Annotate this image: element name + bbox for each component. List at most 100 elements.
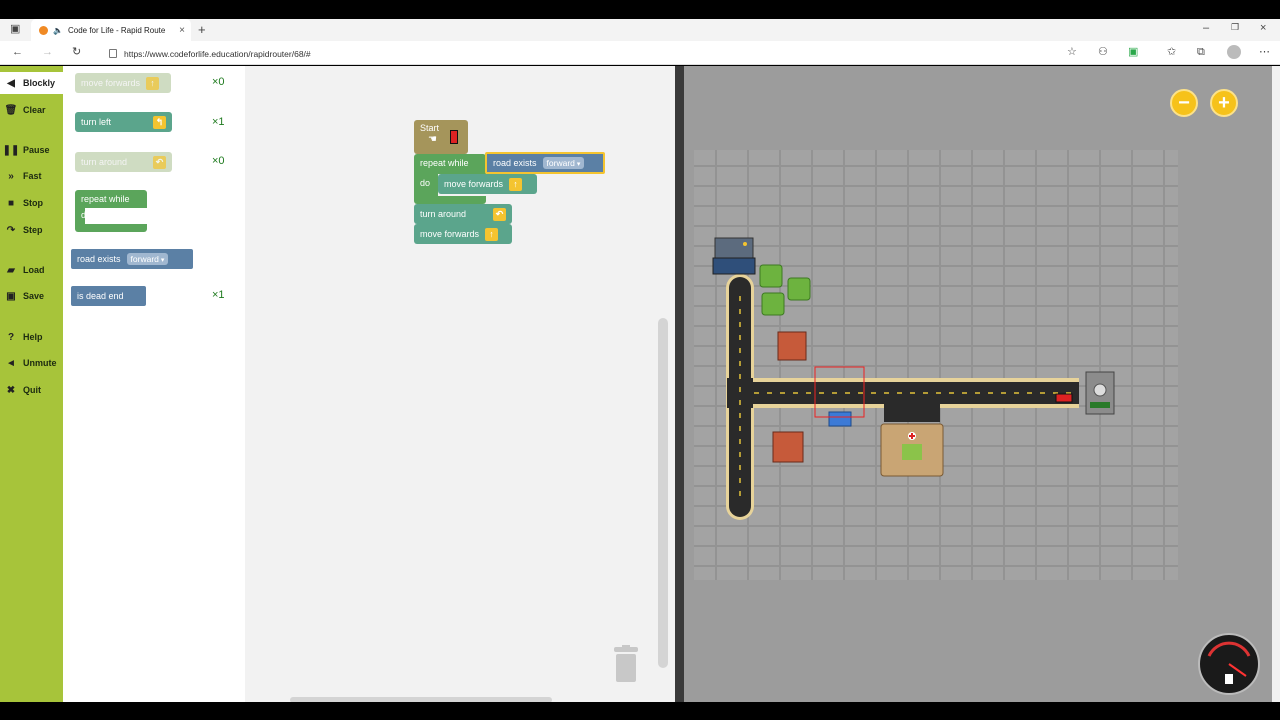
road-exists-condition-block[interactable]: road exists forward <box>485 152 605 174</box>
is-dead-end-count: ×1 <box>212 289 225 301</box>
toolbox-road-exists-block[interactable]: road exists forward <box>71 249 193 269</box>
back-arrow-icon[interactable]: ← <box>12 47 23 58</box>
start-label: Start <box>420 123 440 133</box>
arrow-up-icon: ↑ <box>146 76 160 90</box>
lock-icon <box>109 49 117 58</box>
block-label: move forwards <box>420 229 480 239</box>
favicon-icon <box>39 25 48 35</box>
direction-dropdown[interactable]: forward <box>542 157 585 169</box>
u-turn-icon: ↶ <box>153 155 166 169</box>
repeat-while-label: repeat while <box>420 158 469 168</box>
direction-dropdown[interactable]: forward <box>126 253 169 265</box>
tab-actions-icon[interactable]: ▣ <box>10 24 20 35</box>
nav-pause-label: Pause <box>23 145 50 155</box>
move-forwards-inner-block[interactable]: move forwards ↑ <box>438 174 537 194</box>
car-icon <box>828 411 852 427</box>
favorite-add-icon[interactable]: ☆ <box>1067 47 1077 58</box>
nav-fast-label: Fast <box>23 171 42 181</box>
arrow-left-icon: ↰ <box>153 115 166 129</box>
speaker-icon: ◄ <box>6 357 16 369</box>
turn-left-count: ×1 <box>212 116 225 128</box>
speaker-icon[interactable]: 🔈 <box>53 26 63 35</box>
nav-blockly-label: Blockly <box>23 78 56 88</box>
page-vertical-scrollbar[interactable] <box>1272 66 1280 702</box>
arrow-up-icon: ↑ <box>485 227 499 241</box>
nav-clear[interactable]: 🗑 Clear <box>0 99 63 121</box>
toolbox-turn-around-block[interactable]: turn around ↶ <box>75 152 172 172</box>
block-toolbox: move forwards ↑ ×0 turn left ↰ ×1 turn a… <box>63 66 245 702</box>
collections-icon[interactable]: ⧉ <box>1197 47 1205 58</box>
workspace-vertical-scrollbar[interactable] <box>658 318 668 668</box>
arrow-up-icon: ↑ <box>509 177 523 191</box>
nav-save[interactable]: ▣ Save <box>0 285 63 307</box>
start-block[interactable]: Start ☚ <box>414 120 468 154</box>
new-tab-button[interactable]: + <box>198 23 206 36</box>
turn-around-block[interactable]: turn around ↶ <box>414 204 512 224</box>
map-canvas <box>684 66 1272 702</box>
nav-load[interactable]: ▰ Load <box>0 259 63 281</box>
nav-stop[interactable]: ■ Stop <box>0 192 63 214</box>
pause-icon: ❚❚ <box>2 144 20 156</box>
toolbox-move-forwards-block[interactable]: move forwards ↑ <box>75 73 171 93</box>
nav-fast[interactable]: » Fast <box>0 165 63 187</box>
toolbox-repeat-while-block[interactable]: repeat while do <box>75 190 147 232</box>
nav-step-label: Step <box>23 225 43 235</box>
refresh-icon[interactable]: ↻ <box>72 47 81 58</box>
blockly-icon: ◀ <box>7 77 15 89</box>
fast-forward-icon: » <box>8 170 14 182</box>
block-label: road exists <box>493 158 537 168</box>
minimize-button[interactable]: – <box>1203 23 1209 34</box>
zoom-in-button[interactable]: + <box>1210 89 1238 117</box>
toolbox-is-dead-end-block[interactable]: is dead end <box>71 286 146 306</box>
van-icon <box>450 130 458 144</box>
u-turn-icon: ↶ <box>493 207 506 221</box>
block-label: turn left <box>81 117 112 127</box>
program-workspace[interactable]: Start ☚ repeat while do road exists forw… <box>245 66 675 702</box>
nav-step[interactable]: ↷ Step <box>0 219 63 241</box>
nav-quit[interactable]: ✖ Quit <box>0 379 63 401</box>
url-text: https://www.codeforlife.education/rapidr… <box>124 48 311 59</box>
block-label: turn around <box>420 209 467 219</box>
browser-tab[interactable]: 🔈 Code for Life - Rapid Route × <box>31 19 191 41</box>
do-label: do <box>420 178 431 188</box>
nav-unmute[interactable]: ◄ Unmute <box>0 352 63 374</box>
nav-help[interactable]: ? Help <box>0 326 63 348</box>
toolbox-turn-left-block[interactable]: turn left ↰ <box>75 112 172 132</box>
trash-can-icon[interactable] <box>612 645 640 683</box>
block-label: move forwards <box>444 179 504 189</box>
nav-stop-label: Stop <box>23 198 43 208</box>
close-icon: ✖ <box>6 384 16 396</box>
zoom-out-button[interactable]: − <box>1170 89 1198 117</box>
block-label: road exists <box>77 254 121 264</box>
tab-close-icon[interactable]: × <box>179 25 185 36</box>
folder-icon: ▰ <box>7 264 15 276</box>
move-forwards-block[interactable]: move forwards ↑ <box>414 224 512 244</box>
profile-avatar[interactable] <box>1227 45 1241 59</box>
screen: ▣ 🔈 Code for Life - Rapid Route × + – ❐ … <box>0 0 1280 720</box>
nav-blockly[interactable]: ◀ Blockly <box>0 72 63 94</box>
nav-pause[interactable]: ❚❚ Pause <box>0 139 63 161</box>
panel-divider[interactable] <box>675 66 684 702</box>
read-aloud-icon[interactable]: ⚇ <box>1098 47 1108 58</box>
nav-load-label: Load <box>23 265 45 275</box>
left-nav: ◀ Blockly 🗑 Clear ❚❚ Pause » Fast ■ Stop… <box>0 66 63 702</box>
maximize-button[interactable]: ❐ <box>1231 23 1239 32</box>
address-bar: ← → ↻ https://www.codeforlife.education/… <box>0 41 1280 65</box>
van-icon <box>1055 393 1073 403</box>
start-house-icon <box>712 237 756 275</box>
window-close-button[interactable]: × <box>1260 23 1266 34</box>
trash-icon: 🗑 <box>4 104 18 116</box>
more-menu-icon[interactable]: ⋯ <box>1259 47 1270 58</box>
tab-title: Code for Life - Rapid Route <box>67 25 166 35</box>
extension-icon[interactable]: ▣ <box>1128 47 1138 58</box>
browser-tab-bar: ▣ 🔈 Code for Life - Rapid Route × + – ❐ … <box>0 19 1280 41</box>
fuel-gauge-icon <box>1198 633 1260 695</box>
favorites-icon[interactable]: ✩ <box>1167 47 1176 58</box>
stop-icon: ■ <box>7 197 15 209</box>
game-map: − + <box>684 66 1272 702</box>
turn-around-count: ×0 <box>212 155 225 167</box>
save-icon: ▣ <box>6 290 16 302</box>
destination-house-icon <box>1085 371 1115 415</box>
forward-arrow-icon[interactable]: → <box>42 47 53 58</box>
hand-cursor-icon: ☚ <box>428 134 437 145</box>
